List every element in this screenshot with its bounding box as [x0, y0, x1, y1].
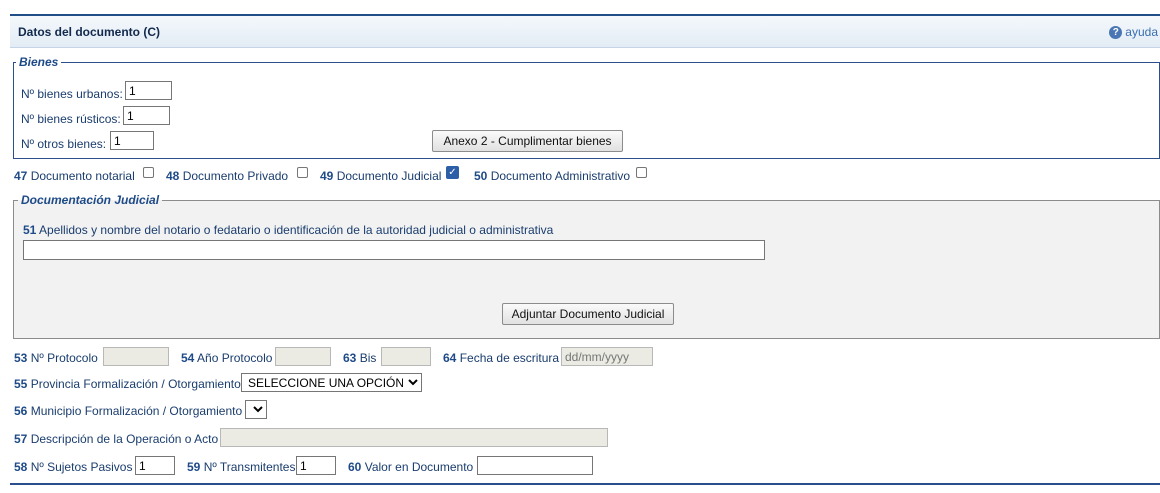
f54-anio-protocolo-input[interactable] [275, 347, 331, 366]
judicial-legend: Documentación Judicial [21, 193, 160, 207]
doc-type-administrativo-label: 50 Documento Administrativo [474, 169, 631, 183]
doc-type-judicial-label: 49 Documento Judicial [320, 169, 442, 183]
bienes-legend: Bienes [19, 55, 59, 69]
f64-fecha-input[interactable] [561, 347, 653, 366]
f63-label: 63 Bis [343, 351, 377, 365]
field51-input[interactable] [23, 240, 765, 260]
f59-label: 59 Nº Transmitentes [187, 460, 296, 474]
urbanos-label: Nº bienes urbanos: [21, 87, 123, 101]
doc-type-judicial-checkbox[interactable]: ✓ [446, 166, 459, 179]
doc-type-privado-label: 48 Documento Privado [166, 169, 289, 183]
doc-type-administrativo-checkbox[interactable] [636, 167, 647, 178]
help-label: ayuda [1125, 25, 1158, 39]
rusticos-label: Nº bienes rústicos: [21, 112, 121, 126]
f57-label: 57 Descripción de la Operación o Acto [14, 432, 219, 446]
f60-label: 60 Valor en Documento [348, 460, 474, 474]
f58-label: 58 Nº Sujetos Pasivos [14, 460, 133, 474]
adjuntar-documento-judicial-button[interactable]: Adjuntar Documento Judicial [502, 303, 674, 325]
otros-label: Nº otros bienes: [21, 137, 107, 151]
doc-type-privado-checkbox[interactable] [297, 167, 308, 178]
section-header: Datos del documento (C) ? ayuda [10, 14, 1160, 48]
field51-label: 51 Apellidos y nombre del notario o feda… [23, 223, 554, 237]
doc-type-notarial-label: 47 Documento notarial [14, 169, 135, 183]
section-title: Datos del documento (C) [18, 25, 161, 39]
doc-type-notarial-checkbox[interactable] [143, 167, 154, 178]
help-link[interactable]: ? ayuda [1109, 25, 1158, 39]
otros-input[interactable] [110, 131, 154, 150]
f57-descripcion-input[interactable] [220, 428, 608, 447]
f64-label: 64 Fecha de escritura [443, 351, 560, 365]
f53-label: 53 Nº Protocolo [14, 351, 98, 365]
rusticos-input[interactable] [123, 106, 170, 125]
f58-sujetos-pasivos-input[interactable] [135, 456, 175, 475]
f54-label: 54 Año Protocolo [181, 351, 273, 365]
question-circle-icon: ? [1109, 25, 1123, 39]
f63-bis-input[interactable] [381, 347, 431, 366]
anexo-cumplimentar-button[interactable]: Anexo 2 - Cumplimentar bienes [432, 130, 623, 152]
f55-label: 55 Provincia Formalización / Otorgamient… [14, 377, 241, 391]
f59-transmitentes-input[interactable] [296, 456, 336, 475]
f53-protocolo-input[interactable] [103, 347, 169, 366]
f60-valor-documento-input[interactable] [477, 456, 593, 475]
section-bottom-divider [10, 483, 1160, 485]
urbanos-input[interactable] [125, 81, 172, 100]
f56-label: 56 Municipio Formalización / Otorgamient… [14, 404, 243, 418]
f55-provincia-select[interactable]: SELECCIONE UNA OPCIÓN [241, 373, 422, 392]
f56-municipio-select[interactable] [245, 400, 267, 419]
